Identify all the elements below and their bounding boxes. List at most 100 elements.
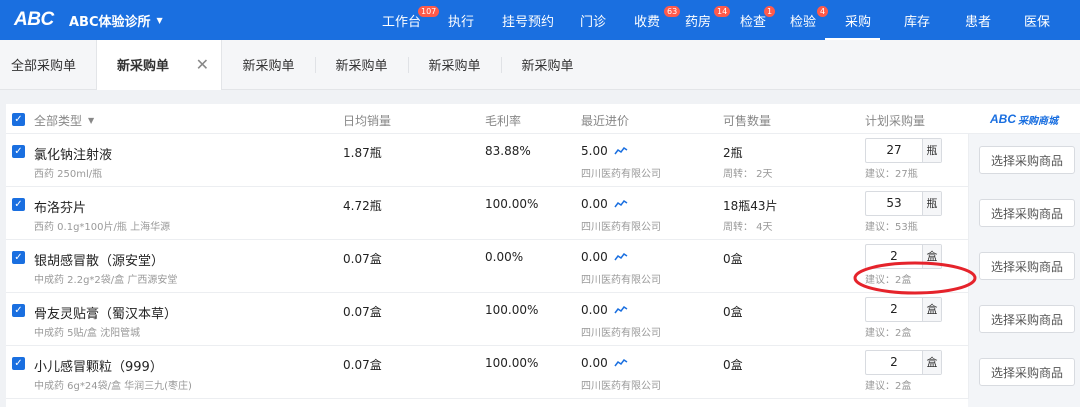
select-product-button[interactable]: 选择采购商品 bbox=[979, 358, 1075, 386]
nav-item-examination[interactable]: 检查 1 bbox=[721, 0, 776, 40]
nav-label: 收费 bbox=[634, 14, 661, 30]
plan-qty-input[interactable]: 2 盒 bbox=[865, 244, 942, 269]
plan-qty-input[interactable]: 2 盒 bbox=[865, 350, 942, 375]
tab-label: 新采购单 bbox=[335, 59, 388, 74]
row-checkbox[interactable]: ✓ bbox=[12, 145, 25, 158]
nav-label: 检查 bbox=[740, 14, 767, 30]
table-body: ✓ 氯化钠注射液 西药 250ml/瓶 1.87瓶 83.88% 5.00 四川… bbox=[6, 134, 1080, 399]
table-row[interactable]: ✓ 银胡感冒散（源安堂） 中成药 2.2g*2袋/盒 广西源安堂 0.07盒 0… bbox=[6, 240, 1080, 293]
select-all-checkbox[interactable]: ✓ bbox=[12, 113, 25, 126]
nav-label: 患者 bbox=[965, 14, 992, 30]
nav-item-execute[interactable]: 执行 bbox=[430, 0, 483, 40]
nav-item-procurement[interactable]: 采购 bbox=[825, 0, 880, 40]
supplier-name: 四川医药有限公司 bbox=[581, 222, 661, 233]
purchase-table: ✓ 全部类型 ▼ 日均销量 毛利率 最近进价 可售数量 计划采购量 ABC 采购… bbox=[6, 104, 1080, 407]
drug-name: 布洛芬片 bbox=[34, 201, 87, 216]
margin-value: 100.00% bbox=[485, 356, 539, 370]
plan-qty-value[interactable]: 53 bbox=[866, 192, 922, 215]
price-trend-icon[interactable] bbox=[614, 147, 628, 155]
table-row[interactable]: ✓ 小儿感冒颗粒（999） 中成药 6g*24袋/盒 华润三九(枣庄) 0.07… bbox=[6, 346, 1080, 399]
tab-label: 新采购单 bbox=[521, 59, 574, 74]
tab-new-order[interactable]: 新采购单 bbox=[315, 40, 408, 90]
drug-name: 小儿感冒颗粒（999） bbox=[34, 360, 163, 375]
nav-item-inventory[interactable]: 库存 bbox=[878, 0, 937, 40]
available-qty-value: 2瓶 bbox=[723, 146, 743, 160]
drug-spec: 中成药 6g*24袋/盒 华润三九(枣庄) bbox=[34, 381, 192, 392]
tab-label: 新采购单 bbox=[428, 59, 481, 74]
caret-down-icon: ▼ bbox=[88, 116, 95, 125]
table-row[interactable]: ✓ 骨友灵贴膏（蜀汉本草） 中成药 5贴/盒 沈阳管城 0.07盒 100.00… bbox=[6, 293, 1080, 346]
price-trend-icon[interactable] bbox=[614, 200, 628, 208]
daily-sales-value: 1.87瓶 bbox=[343, 146, 382, 160]
recent-price: 0.00 bbox=[581, 197, 628, 211]
plan-qty-value[interactable]: 2 bbox=[866, 351, 922, 374]
close-icon[interactable]: ✕ bbox=[196, 55, 209, 74]
plan-qty-unit: 瓶 bbox=[922, 192, 941, 215]
caret-down-icon: ▼ bbox=[156, 15, 163, 25]
header-margin[interactable]: 毛利率 bbox=[485, 112, 521, 129]
drug-name: 银胡感冒散（源安堂） bbox=[34, 254, 165, 269]
purchase-mall-logo[interactable]: ABC 采购商城 bbox=[968, 104, 1080, 134]
nav-label: 库存 bbox=[904, 14, 931, 30]
nav-label: 挂号预约 bbox=[502, 14, 555, 30]
supplier-name: 四川医药有限公司 bbox=[581, 381, 661, 392]
table-header: ✓ 全部类型 ▼ 日均销量 毛利率 最近进价 可售数量 计划采购量 ABC 采购… bbox=[6, 104, 1080, 134]
tab-new-order[interactable]: 新采购单 bbox=[501, 40, 594, 90]
nav-label: 医保 bbox=[1024, 14, 1051, 30]
tab-new-order[interactable]: 新采购单 bbox=[222, 40, 315, 90]
nav-item-insurance[interactable]: 医保 bbox=[996, 0, 1055, 40]
recent-price: 5.00 bbox=[581, 144, 628, 158]
daily-sales-value: 0.07盒 bbox=[343, 305, 382, 319]
nav-item-statistics[interactable]: 统计 bbox=[1055, 0, 1080, 40]
nav-item-patients[interactable]: 患者 bbox=[937, 0, 996, 40]
nav-label: 采购 bbox=[845, 14, 872, 30]
tab-new-order-active[interactable]: 新采购单 ✕ bbox=[97, 39, 222, 90]
plan-qty-value[interactable]: 27 bbox=[866, 139, 922, 162]
table-row[interactable]: ✓ 布洛芬片 西药 0.1g*100片/瓶 上海华源 4.72瓶 100.00%… bbox=[6, 187, 1080, 240]
select-product-button[interactable]: 选择采购商品 bbox=[979, 305, 1075, 333]
daily-sales-value: 0.07盒 bbox=[343, 358, 382, 372]
select-product-button[interactable]: 选择采购商品 bbox=[979, 252, 1075, 280]
table-row[interactable]: ✓ 氯化钠注射液 西药 250ml/瓶 1.87瓶 83.88% 5.00 四川… bbox=[6, 134, 1080, 187]
row-checkbox[interactable]: ✓ bbox=[12, 357, 25, 370]
price-value: 0.00 bbox=[581, 250, 608, 264]
row-checkbox[interactable]: ✓ bbox=[12, 198, 25, 211]
recent-price: 0.00 bbox=[581, 303, 628, 317]
tab-all-orders[interactable]: 全部采购单 bbox=[0, 39, 97, 90]
nav-item-registration[interactable]: 挂号预约 bbox=[483, 0, 560, 40]
nav-item-billing[interactable]: 收费 63 bbox=[614, 0, 681, 40]
clinic-switcher[interactable]: ABC体验诊所 ▼ bbox=[69, 11, 163, 30]
nav-item-outpatient[interactable]: 门诊 bbox=[560, 0, 614, 40]
plan-qty-input[interactable]: 27 瓶 bbox=[865, 138, 942, 163]
tab-new-order[interactable]: 新采购单 bbox=[408, 40, 501, 90]
header-daily-sales[interactable]: 日均销量 bbox=[343, 112, 391, 129]
price-trend-icon[interactable] bbox=[614, 306, 628, 314]
nav-item-lab[interactable]: 检验 4 bbox=[773, 0, 829, 40]
nav-item-pharmacy[interactable]: 药房 14 bbox=[668, 0, 731, 40]
header-recent-price[interactable]: 最近进价 bbox=[581, 112, 629, 129]
price-trend-icon[interactable] bbox=[614, 253, 628, 261]
select-product-button[interactable]: 选择采购商品 bbox=[979, 199, 1075, 227]
mall-cell: 选择采购商品 bbox=[968, 293, 1080, 346]
margin-value: 83.88% bbox=[485, 144, 531, 158]
price-value: 5.00 bbox=[581, 144, 608, 158]
mall-cell: 选择采购商品 bbox=[968, 187, 1080, 240]
nav-item-workbench[interactable]: 工作台 107 bbox=[382, 0, 440, 40]
plan-qty-input[interactable]: 53 瓶 bbox=[865, 191, 942, 216]
app-logo[interactable]: ABC bbox=[0, 9, 68, 31]
plan-qty-value[interactable]: 2 bbox=[866, 298, 922, 321]
drug-spec: 中成药 5贴/盒 沈阳管城 bbox=[34, 328, 141, 339]
plan-qty-unit: 盒 bbox=[922, 298, 941, 321]
plan-qty-unit: 盒 bbox=[922, 351, 941, 374]
plan-qty-value[interactable]: 2 bbox=[866, 245, 922, 268]
type-filter-dropdown[interactable]: 全部类型 ▼ bbox=[34, 112, 94, 129]
price-trend-icon[interactable] bbox=[614, 359, 628, 367]
nav-label: 工作台 bbox=[382, 14, 422, 30]
header-available-qty[interactable]: 可售数量 bbox=[723, 112, 771, 129]
row-checkbox[interactable]: ✓ bbox=[12, 251, 25, 264]
plan-qty-input[interactable]: 2 盒 bbox=[865, 297, 942, 322]
select-product-button[interactable]: 选择采购商品 bbox=[979, 146, 1075, 174]
margin-value: 100.00% bbox=[485, 197, 539, 211]
row-checkbox[interactable]: ✓ bbox=[12, 304, 25, 317]
suggested-qty: 建议：27瓶 bbox=[865, 169, 918, 180]
